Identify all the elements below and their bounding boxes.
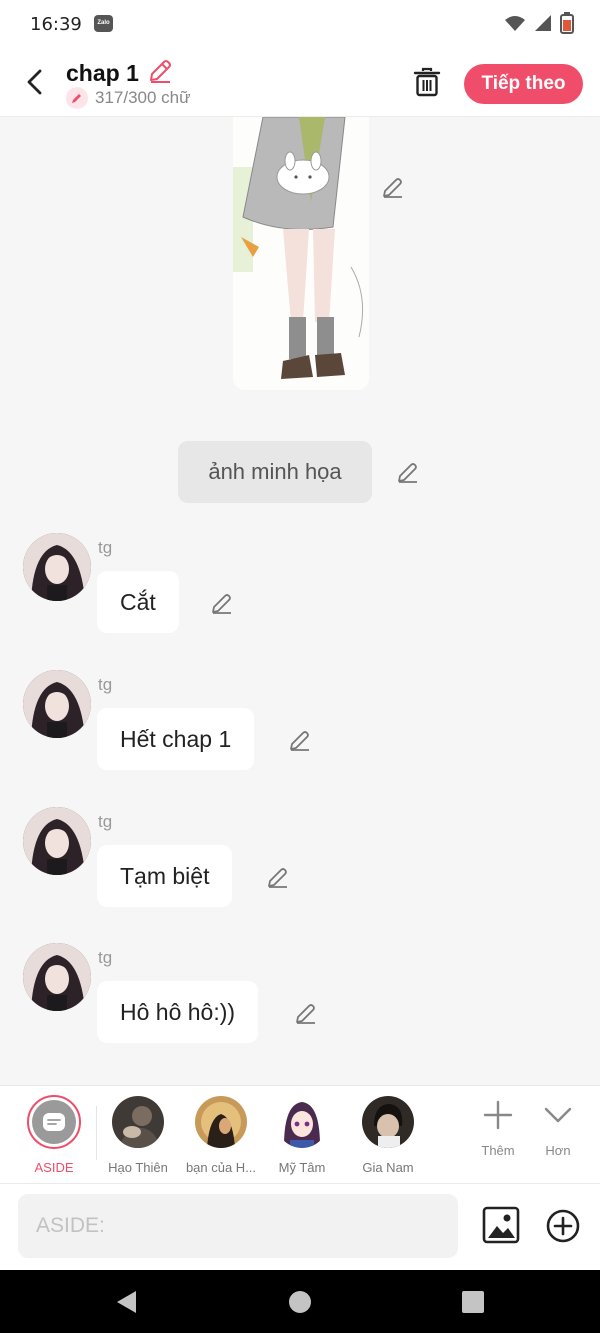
edit-title-icon[interactable] xyxy=(147,58,173,89)
add-button[interactable] xyxy=(545,1208,581,1244)
next-button[interactable]: Tiếp theo xyxy=(464,64,583,104)
avatar xyxy=(195,1096,247,1148)
avatar[interactable] xyxy=(23,533,91,601)
narration-icon xyxy=(43,1113,65,1131)
system-nav-bar xyxy=(0,1270,600,1333)
status-icons xyxy=(504,11,574,39)
pen-icon xyxy=(66,87,88,109)
image-icon xyxy=(482,1206,520,1244)
character-name: Mỹ Tâm xyxy=(278,1160,326,1175)
edit-caption-icon[interactable] xyxy=(395,459,421,485)
character-ban-cua-h[interactable]: bạn của H... xyxy=(181,1096,261,1175)
input-bar xyxy=(0,1184,600,1270)
character-name: ASIDE xyxy=(34,1160,74,1175)
avatar[interactable] xyxy=(23,807,91,875)
nav-back-button[interactable] xyxy=(112,1288,140,1316)
page-title: chap 1 xyxy=(66,60,139,86)
edit-image-icon[interactable] xyxy=(380,174,406,200)
avatar[interactable] xyxy=(23,670,91,738)
character-my-tam[interactable]: Mỹ Tâm xyxy=(262,1096,342,1175)
aside-avatar xyxy=(27,1095,81,1149)
zalo-notification-icon: Zalo xyxy=(94,15,113,32)
title-area: chap 1 xyxy=(66,58,173,89)
wifi-icon xyxy=(504,14,526,37)
delete-button[interactable] xyxy=(410,64,444,100)
more-button[interactable]: Hơn xyxy=(528,1100,588,1158)
message-input[interactable] xyxy=(18,1194,458,1258)
avatar xyxy=(276,1096,328,1148)
word-count-row: 317/300 chữ xyxy=(66,87,191,109)
editor-header: chap 1 317/300 chữ Tiếp theo xyxy=(0,50,600,117)
sender-name: tg xyxy=(98,948,113,967)
sender-name: tg xyxy=(98,538,113,557)
edit-message-icon[interactable] xyxy=(209,590,235,616)
character-name: Gia Nam xyxy=(362,1160,414,1175)
character-bar: ASIDE Hạo Thiên bạn của H... Mỹ Tâm Gia … xyxy=(0,1085,600,1184)
message-row: tg Hết chap 1 xyxy=(0,670,600,790)
avatar xyxy=(112,1096,164,1148)
status-bar: 16:39 Zalo xyxy=(0,0,600,50)
chevron-left-icon xyxy=(27,69,42,95)
message-row: tg Tạm biệt xyxy=(0,807,600,927)
insert-image-button[interactable] xyxy=(482,1206,520,1244)
edit-message-icon[interactable] xyxy=(293,1000,319,1026)
character-name: bạn của H... xyxy=(185,1160,257,1175)
plus-icon xyxy=(483,1100,513,1130)
plus-circle-icon xyxy=(546,1209,580,1243)
divider xyxy=(96,1106,97,1160)
character-name: Hạo Thiên xyxy=(108,1160,168,1175)
nav-recents-button[interactable] xyxy=(459,1288,487,1316)
add-character-button[interactable]: Thêm xyxy=(468,1100,528,1158)
character-hao-thien[interactable]: Hạo Thiên xyxy=(98,1096,178,1175)
triangle-back-icon xyxy=(117,1291,136,1313)
sender-name: tg xyxy=(98,675,113,694)
avatar[interactable] xyxy=(23,943,91,1011)
back-button[interactable] xyxy=(18,64,50,100)
more-label: Hơn xyxy=(545,1143,571,1158)
character-aside[interactable]: ASIDE xyxy=(14,1095,94,1175)
square-recents-icon xyxy=(462,1291,484,1313)
word-count: 317/300 chữ xyxy=(95,88,191,107)
edit-message-icon[interactable] xyxy=(265,864,291,890)
message-row: tg Cắt xyxy=(0,533,600,653)
battery-icon xyxy=(560,11,574,39)
message-bubble[interactable]: Tạm biệt xyxy=(97,845,233,907)
message-bubble[interactable]: Cắt xyxy=(97,571,179,633)
caption-bubble[interactable]: ảnh minh họa xyxy=(178,441,372,503)
message-row: tg Hô hô hô:)) xyxy=(0,943,600,1063)
signal-icon xyxy=(534,14,552,37)
edit-message-icon[interactable] xyxy=(287,727,313,753)
add-label: Thêm xyxy=(481,1143,515,1158)
illustration-image[interactable] xyxy=(233,117,369,390)
nav-home-button[interactable] xyxy=(286,1288,314,1316)
chat-area[interactable]: ảnh minh họa tg Cắt tg Hết chap 1 tg Tạm… xyxy=(0,117,600,1085)
character-gia-nam[interactable]: Gia Nam xyxy=(348,1096,428,1175)
chevron-down-icon xyxy=(544,1107,572,1123)
status-time: 16:39 xyxy=(30,14,82,35)
avatar xyxy=(362,1096,414,1148)
message-bubble[interactable]: Hô hô hô:)) xyxy=(97,981,259,1043)
trash-icon xyxy=(413,67,441,97)
message-bubble[interactable]: Hết chap 1 xyxy=(97,708,255,770)
sender-name: tg xyxy=(98,812,113,831)
circle-home-icon xyxy=(289,1291,311,1313)
